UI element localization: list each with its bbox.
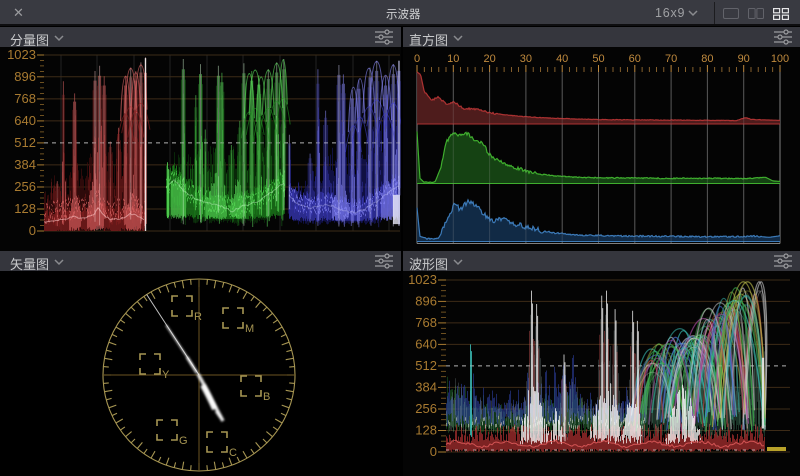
svg-text:128: 128 [14, 201, 36, 216]
svg-text:384: 384 [14, 157, 36, 172]
svg-text:70: 70 [665, 53, 677, 65]
svg-text:1023: 1023 [408, 272, 437, 287]
svg-text:C: C [229, 447, 237, 459]
svg-text:90: 90 [738, 53, 750, 65]
svg-text:512: 512 [415, 358, 437, 373]
svg-text:640: 640 [14, 113, 36, 128]
svg-text:384: 384 [415, 379, 437, 394]
svg-text:896: 896 [415, 293, 437, 308]
svg-text:M: M [245, 323, 254, 335]
svg-text:R: R [194, 311, 202, 323]
svg-text:896: 896 [14, 69, 36, 84]
svg-text:0: 0 [430, 444, 437, 459]
svg-text:256: 256 [14, 179, 36, 194]
svg-text:128: 128 [415, 423, 437, 438]
svg-text:50: 50 [592, 53, 604, 65]
svg-text:0: 0 [414, 53, 420, 65]
svg-text:640: 640 [415, 336, 437, 351]
svg-text:256: 256 [415, 401, 437, 416]
svg-text:20: 20 [483, 53, 495, 65]
svg-text:100: 100 [771, 53, 789, 65]
svg-text:768: 768 [415, 315, 437, 330]
svg-text:768: 768 [14, 91, 36, 106]
svg-text:B: B [263, 391, 270, 403]
svg-text:60: 60 [629, 53, 641, 65]
svg-text:1023: 1023 [7, 47, 36, 62]
svg-text:30: 30 [520, 53, 532, 65]
svg-text:G: G [179, 435, 188, 447]
svg-text:512: 512 [14, 135, 36, 150]
svg-text:Y: Y [162, 369, 170, 381]
svg-text:10: 10 [447, 53, 459, 65]
svg-text:80: 80 [701, 53, 713, 65]
svg-text:0: 0 [29, 223, 36, 238]
svg-text:40: 40 [556, 53, 568, 65]
